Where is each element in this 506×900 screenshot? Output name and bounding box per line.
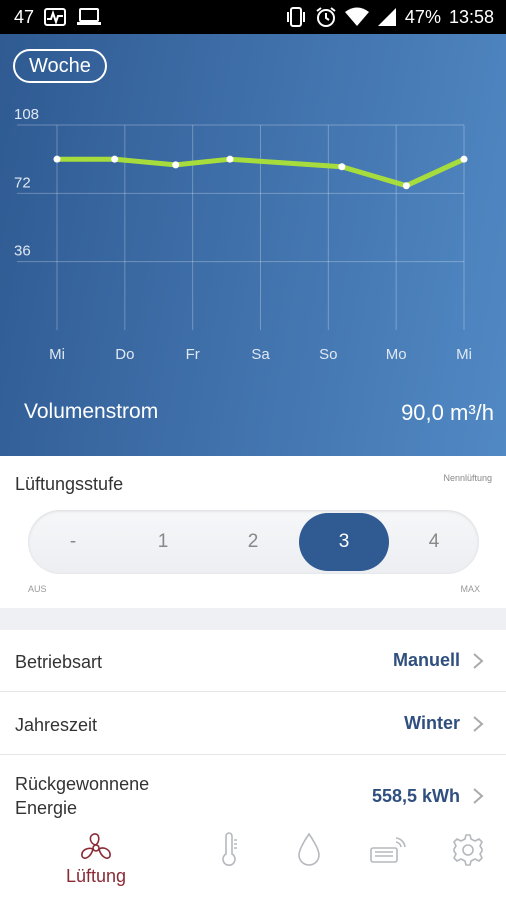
x-tick-label: Mi — [456, 346, 472, 363]
chevron-right-icon — [473, 788, 484, 804]
level-off-button[interactable]: - — [28, 510, 118, 574]
y-tick-label: 72 — [14, 174, 31, 191]
y-tick-label: 108 — [14, 106, 39, 123]
gear-icon — [453, 834, 483, 866]
chevron-right-icon — [473, 653, 484, 669]
bottom-navigation: Lüftung — [0, 822, 506, 900]
recovered-energy-value: 558,5 kWh — [371, 786, 460, 806]
ventilation-level-title: Lüftungsstufe — [15, 474, 124, 494]
data-point — [53, 155, 61, 163]
x-tick-label: Fr — [186, 346, 200, 363]
level-1-button[interactable]: 1 — [118, 510, 208, 574]
data-point — [460, 155, 468, 163]
level-4-button[interactable]: 4 — [389, 510, 479, 574]
notification-count: 47 — [14, 6, 35, 27]
x-tick-label: So — [319, 346, 337, 363]
volume-flow-panel: 36 72 108 Mi Do Fr Sa So Mo Mi Woche Volumenstrom… — [0, 34, 506, 456]
volume-flow-label: Volumenstrom — [24, 400, 159, 423]
nav-humidity[interactable] — [269, 832, 349, 868]
drop-icon — [298, 832, 320, 866]
time-range-button[interactable]: Woche — [13, 49, 107, 83]
data-point — [172, 161, 180, 169]
x-tick-label: Mo — [386, 346, 407, 363]
clock: 13:58 — [448, 6, 494, 27]
data-point — [226, 155, 234, 163]
level-max-label: MAX — [460, 584, 480, 594]
volume-flow-chart: 36 72 108 Mi Do Fr Sa So Mo Mi — [14, 106, 472, 363]
signal-icon — [377, 7, 397, 27]
laptop-icon — [76, 8, 102, 26]
alarm-icon — [315, 6, 337, 28]
x-tick-label: Do — [115, 346, 134, 363]
season-row[interactable]: Jahreszeit Winter — [0, 693, 506, 755]
operating-mode-label: Betriebsart — [15, 652, 103, 672]
section-divider — [0, 608, 506, 630]
recovered-energy-row[interactable]: Rückgewonnene Energie 558,5 kWh — [0, 756, 506, 826]
ventilation-level-selector: - 1 2 3 4 — [28, 510, 479, 574]
recovered-energy-label: Rückgewonnene Energie — [15, 774, 150, 818]
fan-icon — [81, 833, 111, 859]
level-min-label: AUS — [28, 584, 47, 594]
nav-device[interactable] — [348, 832, 428, 868]
heater-icon — [370, 837, 406, 863]
level-3-button[interactable]: 3 — [299, 513, 389, 571]
vibrate-icon — [285, 7, 307, 27]
nav-ventilation-label: Lüftung — [65, 866, 127, 886]
x-tick-label: Sa — [251, 346, 270, 363]
data-point — [111, 155, 119, 163]
thermometer-icon — [222, 832, 237, 866]
operating-mode-value: Manuell — [392, 650, 460, 670]
season-value: Winter — [404, 713, 460, 733]
x-tick-label: Mi — [49, 346, 65, 363]
nav-temperature[interactable] — [189, 832, 269, 868]
volume-flow-value: 90,0 m³/h — [401, 400, 494, 425]
data-point — [402, 182, 410, 190]
activity-icon — [44, 8, 67, 26]
data-point — [338, 163, 346, 171]
y-tick-label: 36 — [14, 243, 31, 260]
nav-settings[interactable] — [428, 832, 506, 868]
battery-percent: 47% — [404, 6, 441, 27]
season-label: Jahreszeit — [15, 715, 98, 735]
status-bar: 47 47% 13:58 — [0, 0, 506, 34]
operating-mode-row[interactable]: Betriebsart Manuell — [0, 630, 506, 692]
nav-ventilation[interactable]: Lüftung — [56, 832, 136, 887]
wifi-icon — [344, 7, 369, 27]
ventilation-level-hint: Nennlüftung — [443, 473, 492, 483]
level-2-button[interactable]: 2 — [208, 510, 298, 574]
chevron-right-icon — [473, 716, 484, 732]
